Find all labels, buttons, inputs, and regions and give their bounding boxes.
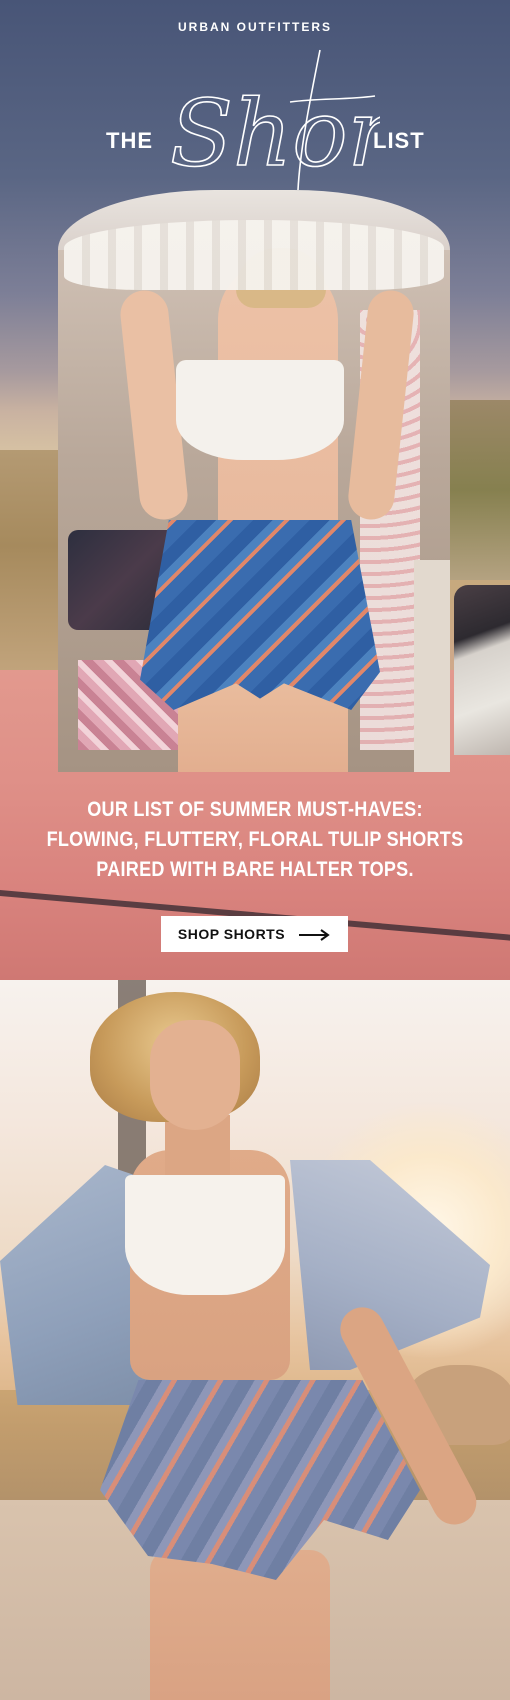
shop-shorts-button[interactable]: SHOP SHORTS bbox=[161, 916, 348, 952]
script-word-text: Short bbox=[170, 80, 380, 187]
van-door bbox=[414, 560, 450, 772]
headline-suffix: LIST bbox=[373, 128, 425, 153]
lace-awning bbox=[64, 220, 444, 290]
promo-copy: OUR LIST OF SUMMER MUST-HAVES: FLOWING, … bbox=[36, 795, 475, 885]
hero-photo[interactable] bbox=[58, 190, 450, 772]
promo-line-3: PAIRED WITH BARE HALTER TOPS. bbox=[96, 858, 414, 881]
car-window bbox=[454, 585, 510, 755]
headline-script-word: Short bbox=[169, 49, 380, 191]
promo-line-1: OUR LIST OF SUMMER MUST-HAVES: bbox=[87, 798, 423, 821]
lifestyle-photo[interactable] bbox=[0, 980, 510, 1700]
script-crossbar bbox=[289, 95, 376, 103]
script-flourish bbox=[297, 49, 321, 191]
hero-section: URBAN OUTFITTERS THE LIST Short OUR LIS bbox=[0, 0, 510, 980]
brand-logo[interactable]: URBAN OUTFITTERS bbox=[0, 20, 510, 34]
model-face bbox=[150, 1020, 240, 1130]
email-canvas: URBAN OUTFITTERS THE LIST Short OUR LIS bbox=[0, 0, 510, 1700]
promo-line-2: FLOWING, FLUTTERY, FLORAL TULIP SHORTS bbox=[46, 828, 464, 851]
model-legs bbox=[150, 1550, 330, 1700]
lace-halter-top bbox=[125, 1175, 285, 1295]
floral-shorts bbox=[140, 520, 380, 710]
headline-prefix: THE bbox=[106, 128, 153, 153]
shop-shorts-label: SHOP SHORTS bbox=[177, 926, 286, 942]
lace-halter-top bbox=[176, 360, 344, 460]
desert-right bbox=[450, 400, 510, 580]
arrow-right-icon bbox=[299, 928, 331, 941]
